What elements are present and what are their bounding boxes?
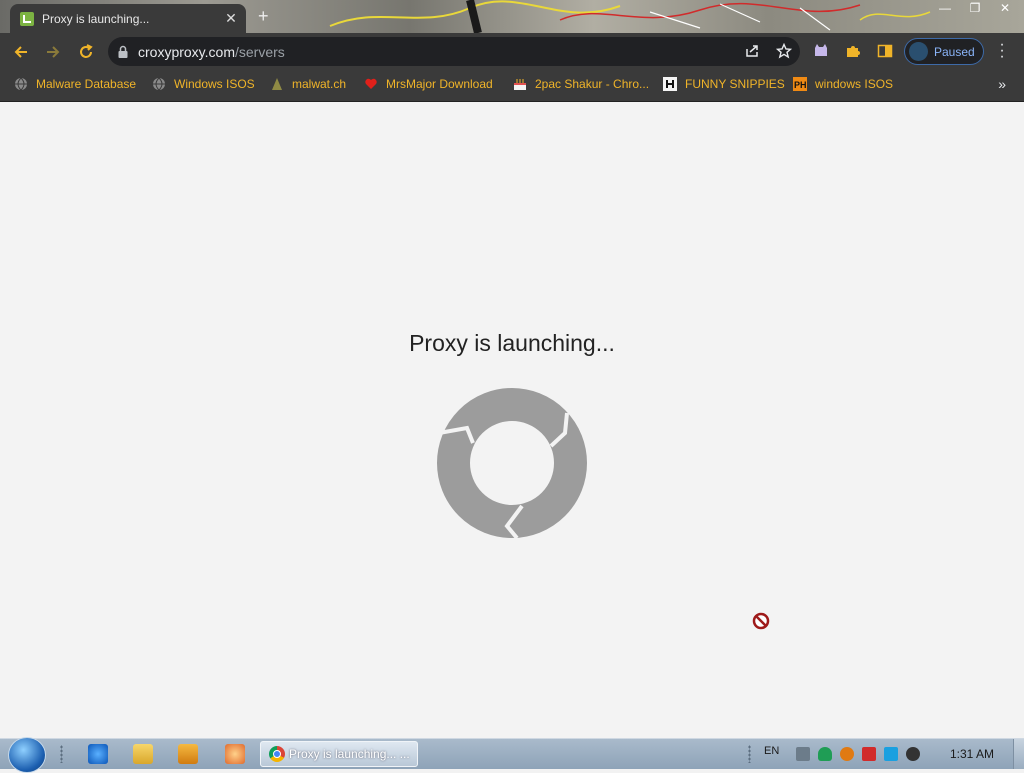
window-controls: — ❐ ✕: [930, 0, 1020, 18]
side-panel-icon[interactable]: [876, 42, 894, 60]
loading-spinner-icon: [437, 388, 587, 538]
bookmark-label: MrsMajor Download: [386, 77, 493, 91]
kebab-menu-icon[interactable]: · · ·: [996, 37, 1008, 65]
bookmark-label: Malware Database: [36, 77, 137, 91]
malware-icon: [270, 77, 284, 91]
profile-avatar: [909, 42, 928, 61]
proxy-favicon-icon: [20, 11, 34, 26]
network-icon[interactable]: [796, 747, 810, 761]
minimize-button[interactable]: —: [930, 0, 960, 18]
file-explorer-icon[interactable]: [133, 744, 153, 764]
browser-tab-active[interactable]: Proxy is launching... ✕: [10, 4, 246, 33]
h-icon: [663, 77, 677, 91]
profile-paused-button[interactable]: Paused: [904, 38, 984, 65]
language-indicator[interactable]: EN: [764, 745, 779, 757]
browser-toolbar: croxyproxy.com/servers Paused · · ·: [0, 33, 1024, 70]
bookmark-windows-isos-2[interactable]: PH windows ISOS: [793, 77, 893, 91]
cake-icon: [513, 77, 527, 91]
unavailable-cursor-icon: [752, 612, 770, 630]
address-bar[interactable]: croxyproxy.com/servers: [108, 37, 800, 66]
globe-icon: [152, 77, 166, 91]
page-content: Proxy is launching...: [0, 102, 1024, 738]
bookmark-label: 2pac Shakur - Chro...: [535, 77, 650, 91]
heart-icon: [364, 77, 378, 91]
media-player-icon[interactable]: [178, 744, 198, 764]
arrow-right-icon: [47, 46, 60, 58]
close-window-button[interactable]: ✕: [990, 0, 1020, 18]
search-tool-icon[interactable]: [840, 747, 854, 761]
url-text: croxyproxy.com/servers: [138, 44, 285, 60]
reload-button[interactable]: [75, 41, 97, 63]
show-desktop-button[interactable]: [1013, 739, 1024, 769]
security-shield-icon[interactable]: [818, 747, 832, 761]
windows-taskbar: Proxy is launching... ... EN 1:31 AM: [0, 737, 1024, 773]
bookmark-windows-isos[interactable]: Windows ISOS: [152, 77, 255, 91]
bookmark-label: Windows ISOS: [174, 77, 255, 91]
bookmarks-overflow-chevron-icon[interactable]: »: [998, 76, 1006, 92]
bookmark-funny-snippies[interactable]: FUNNY SNIPPIES: [663, 77, 785, 91]
svg-text:PH: PH: [794, 80, 807, 90]
bookmark-star-icon[interactable]: [776, 43, 792, 59]
flag-icon[interactable]: [862, 747, 876, 761]
app-shortcut-icon[interactable]: [225, 744, 245, 764]
window-titlebar: Proxy is launching... ✕ + — ❐ ✕: [0, 0, 1024, 33]
tab-title: Proxy is launching...: [42, 11, 150, 26]
puzzle-extensions-icon[interactable]: [844, 42, 862, 60]
ph-icon: PH: [793, 77, 807, 91]
bookmark-label: windows ISOS: [815, 77, 894, 91]
url-path: /servers: [234, 43, 285, 60]
taskbar-grip: [60, 745, 63, 763]
page-heading: Proxy is launching...: [409, 330, 615, 356]
globe-icon: [14, 77, 28, 91]
bookmark-2pac-shakur[interactable]: 2pac Shakur - Chro...: [513, 77, 649, 91]
url-host: croxyproxy.com: [138, 43, 235, 60]
bookmark-malwatch[interactable]: malwat.ch: [270, 77, 346, 91]
bookmark-label: FUNNY SNIPPIES: [685, 77, 785, 91]
taskbar-task-label: Proxy is launching... ...: [289, 747, 410, 761]
taskbar-clock[interactable]: 1:31 AM: [950, 747, 994, 761]
extension-icons: [812, 42, 894, 60]
bookmark-label: malwat.ch: [292, 77, 347, 91]
display-icon[interactable]: [884, 747, 898, 761]
internet-explorer-icon[interactable]: [88, 744, 108, 764]
profile-status-label: Paused: [934, 44, 975, 59]
restore-button[interactable]: ❐: [960, 0, 990, 18]
reload-icon: [80, 44, 93, 58]
omnibox-actions: [744, 43, 792, 59]
cat-extension-icon[interactable]: [812, 42, 830, 60]
arrow-left-icon: [14, 46, 27, 58]
forward-button[interactable]: [42, 41, 64, 63]
back-button[interactable]: [10, 41, 32, 63]
new-tab-button[interactable]: +: [258, 6, 269, 27]
bookmark-malware-database[interactable]: Malware Database: [14, 77, 136, 91]
lock-icon[interactable]: [108, 45, 138, 59]
taskbar-chrome-task[interactable]: Proxy is launching... ...: [260, 741, 418, 767]
bookmark-mrsmajor-download[interactable]: MrsMajor Download: [364, 77, 493, 91]
bookmarks-bar: Malware Database Windows ISOS malwat.ch …: [0, 70, 1024, 102]
tab-close-icon[interactable]: ✕: [222, 10, 240, 27]
share-icon[interactable]: [744, 43, 760, 59]
chrome-icon: [269, 746, 285, 762]
record-icon[interactable]: [906, 747, 920, 761]
system-tray: [796, 747, 920, 761]
tray-grip: [748, 745, 751, 763]
